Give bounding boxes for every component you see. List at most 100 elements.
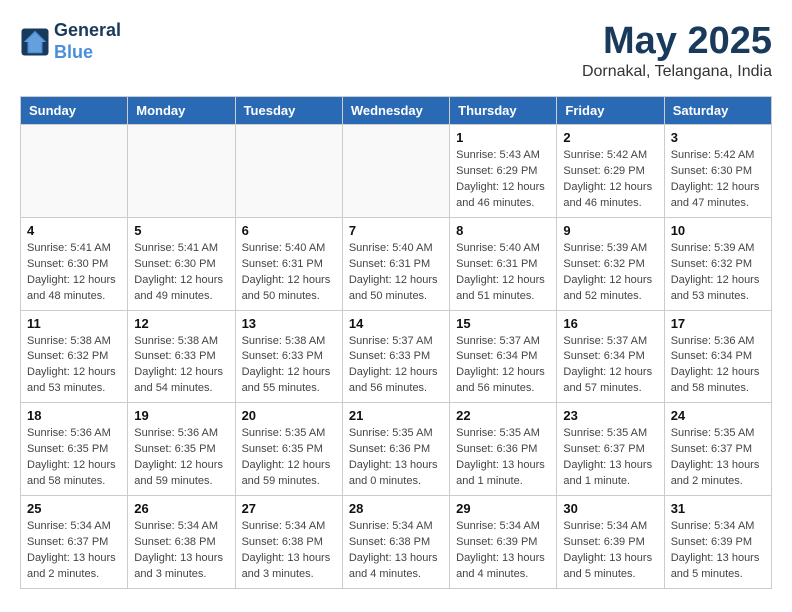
day-info: Sunrise: 5:43 AM Sunset: 6:29 PM Dayligh… — [456, 148, 550, 212]
calendar-cell: 24 Sunrise: 5:35 AM Sunset: 6:37 PM Dayli… — [664, 403, 771, 496]
calendar-cell: 23Sunrise: 5:35 AM Sunset: 6:37 PM Dayli… — [557, 403, 664, 496]
day-number: 29 — [456, 501, 550, 516]
logo-text: General Blue — [54, 20, 121, 63]
day-number: 26 — [134, 501, 228, 516]
weekday-header: Wednesday — [342, 97, 449, 125]
logo: General Blue — [20, 20, 121, 63]
day-info: Sunrise: 5:42 AM Sunset: 6:29 PM Dayligh… — [563, 148, 657, 212]
calendar-body: 1Sunrise: 5:43 AM Sunset: 6:29 PM Daylig… — [21, 125, 772, 589]
day-info: Sunrise: 5:40 AM Sunset: 6:31 PM Dayligh… — [456, 241, 550, 305]
day-number: 21 — [349, 408, 443, 423]
weekday-header: Saturday — [664, 97, 771, 125]
day-number: 31 — [671, 501, 765, 516]
title-block: May 2025 Dornakal, Telangana, India — [582, 20, 772, 81]
day-info: Sunrise: 5:36 AM Sunset: 6:34 PM Dayligh… — [671, 334, 765, 398]
day-number: 9 — [563, 223, 657, 238]
day-info: Sunrise: 5:36 AM Sunset: 6:35 PM Dayligh… — [134, 426, 228, 490]
day-number: 13 — [242, 316, 336, 331]
calendar-cell: 9Sunrise: 5:39 AM Sunset: 6:32 PM Daylig… — [557, 217, 664, 310]
day-info: Sunrise: 5:34 AM Sunset: 6:38 PM Dayligh… — [134, 519, 228, 583]
weekday-row: SundayMondayTuesdayWednesdayThursdayFrid… — [21, 97, 772, 125]
month-title: May 2025 — [582, 20, 772, 63]
day-info: Sunrise: 5:34 AM Sunset: 6:39 PM Dayligh… — [563, 519, 657, 583]
calendar-cell: 28 Sunrise: 5:34 AM Sunset: 6:38 PM Dayli… — [342, 496, 449, 589]
day-number: 10 — [671, 223, 765, 238]
day-number: 28 — [349, 501, 443, 516]
weekday-header: Friday — [557, 97, 664, 125]
day-info: Sunrise: 5:37 AM Sunset: 6:34 PM Dayligh… — [563, 334, 657, 398]
calendar-cell: 16 Sunrise: 5:37 AM Sunset: 6:34 PM Dayli… — [557, 310, 664, 403]
calendar-cell: 13 Sunrise: 5:38 AM Sunset: 6:33 PM Dayli… — [235, 310, 342, 403]
calendar-cell: 5Sunrise: 5:41 AM Sunset: 6:30 PM Daylig… — [128, 217, 235, 310]
day-info: Sunrise: 5:34 AM Sunset: 6:38 PM Dayligh… — [349, 519, 443, 583]
day-info: Sunrise: 5:40 AM Sunset: 6:31 PM Dayligh… — [349, 241, 443, 305]
logo-line2: Blue — [54, 42, 93, 62]
calendar-cell: 15Sunrise: 5:37 AM Sunset: 6:34 PM Dayli… — [450, 310, 557, 403]
day-info: Sunrise: 5:34 AM Sunset: 6:37 PM Dayligh… — [27, 519, 121, 583]
day-info: Sunrise: 5:39 AM Sunset: 6:32 PM Dayligh… — [671, 241, 765, 305]
calendar-cell: 19 Sunrise: 5:36 AM Sunset: 6:35 PM Dayli… — [128, 403, 235, 496]
day-number: 11 — [27, 316, 121, 331]
day-number: 20 — [242, 408, 336, 423]
calendar-cell: 3 Sunrise: 5:42 AM Sunset: 6:30 PM Daylig… — [664, 125, 771, 218]
calendar-cell: 27 Sunrise: 5:34 AM Sunset: 6:38 PM Dayli… — [235, 496, 342, 589]
day-number: 18 — [27, 408, 121, 423]
day-info: Sunrise: 5:35 AM Sunset: 6:37 PM Dayligh… — [671, 426, 765, 490]
page: General Blue May 2025 Dornakal, Telangan… — [0, 0, 792, 609]
calendar-cell: 4 Sunrise: 5:41 AM Sunset: 6:30 PM Daylig… — [21, 217, 128, 310]
day-number: 24 — [671, 408, 765, 423]
calendar-week-row: 4 Sunrise: 5:41 AM Sunset: 6:30 PM Daylig… — [21, 217, 772, 310]
day-number: 7 — [349, 223, 443, 238]
day-info: Sunrise: 5:36 AM Sunset: 6:35 PM Dayligh… — [27, 426, 121, 490]
day-number: 19 — [134, 408, 228, 423]
day-number: 6 — [242, 223, 336, 238]
day-info: Sunrise: 5:40 AM Sunset: 6:31 PM Dayligh… — [242, 241, 336, 305]
day-number: 30 — [563, 501, 657, 516]
day-number: 4 — [27, 223, 121, 238]
calendar-cell: 6 Sunrise: 5:40 AM Sunset: 6:31 PM Daylig… — [235, 217, 342, 310]
calendar-cell — [128, 125, 235, 218]
day-number: 17 — [671, 316, 765, 331]
calendar-week-row: 11 Sunrise: 5:38 AM Sunset: 6:32 PM Dayli… — [21, 310, 772, 403]
header: General Blue May 2025 Dornakal, Telangan… — [20, 20, 772, 81]
day-info: Sunrise: 5:38 AM Sunset: 6:33 PM Dayligh… — [134, 334, 228, 398]
day-number: 27 — [242, 501, 336, 516]
day-info: Sunrise: 5:37 AM Sunset: 6:33 PM Dayligh… — [349, 334, 443, 398]
calendar-header: SundayMondayTuesdayWednesdayThursdayFrid… — [21, 97, 772, 125]
calendar-week-row: 25 Sunrise: 5:34 AM Sunset: 6:37 PM Dayli… — [21, 496, 772, 589]
day-info: Sunrise: 5:34 AM Sunset: 6:39 PM Dayligh… — [671, 519, 765, 583]
day-info: Sunrise: 5:41 AM Sunset: 6:30 PM Dayligh… — [134, 241, 228, 305]
calendar-cell: 26 Sunrise: 5:34 AM Sunset: 6:38 PM Dayli… — [128, 496, 235, 589]
day-info: Sunrise: 5:34 AM Sunset: 6:38 PM Dayligh… — [242, 519, 336, 583]
calendar-cell — [235, 125, 342, 218]
calendar-cell: 11 Sunrise: 5:38 AM Sunset: 6:32 PM Dayli… — [21, 310, 128, 403]
day-info: Sunrise: 5:35 AM Sunset: 6:35 PM Dayligh… — [242, 426, 336, 490]
day-number: 3 — [671, 130, 765, 145]
calendar-cell: 18 Sunrise: 5:36 AM Sunset: 6:35 PM Dayli… — [21, 403, 128, 496]
day-info: Sunrise: 5:41 AM Sunset: 6:30 PM Dayligh… — [27, 241, 121, 305]
day-number: 25 — [27, 501, 121, 516]
calendar-cell: 30 Sunrise: 5:34 AM Sunset: 6:39 PM Dayli… — [557, 496, 664, 589]
calendar-cell: 2Sunrise: 5:42 AM Sunset: 6:29 PM Daylig… — [557, 125, 664, 218]
day-info: Sunrise: 5:34 AM Sunset: 6:39 PM Dayligh… — [456, 519, 550, 583]
calendar-cell: 7 Sunrise: 5:40 AM Sunset: 6:31 PM Daylig… — [342, 217, 449, 310]
calendar-week-row: 18 Sunrise: 5:36 AM Sunset: 6:35 PM Dayli… — [21, 403, 772, 496]
day-info: Sunrise: 5:38 AM Sunset: 6:33 PM Dayligh… — [242, 334, 336, 398]
calendar-cell: 8 Sunrise: 5:40 AM Sunset: 6:31 PM Daylig… — [450, 217, 557, 310]
day-info: Sunrise: 5:42 AM Sunset: 6:30 PM Dayligh… — [671, 148, 765, 212]
calendar-cell: 29 Sunrise: 5:34 AM Sunset: 6:39 PM Dayli… — [450, 496, 557, 589]
day-number: 22 — [456, 408, 550, 423]
calendar-cell: 1Sunrise: 5:43 AM Sunset: 6:29 PM Daylig… — [450, 125, 557, 218]
day-info: Sunrise: 5:38 AM Sunset: 6:32 PM Dayligh… — [27, 334, 121, 398]
calendar: SundayMondayTuesdayWednesdayThursdayFrid… — [20, 96, 772, 589]
calendar-cell: 20 Sunrise: 5:35 AM Sunset: 6:35 PM Dayli… — [235, 403, 342, 496]
calendar-cell — [342, 125, 449, 218]
day-number: 12 — [134, 316, 228, 331]
day-number: 16 — [563, 316, 657, 331]
day-number: 8 — [456, 223, 550, 238]
day-number: 14 — [349, 316, 443, 331]
location: Dornakal, Telangana, India — [582, 63, 772, 81]
weekday-header: Tuesday — [235, 97, 342, 125]
logo-line1: General — [54, 20, 121, 42]
calendar-week-row: 1Sunrise: 5:43 AM Sunset: 6:29 PM Daylig… — [21, 125, 772, 218]
